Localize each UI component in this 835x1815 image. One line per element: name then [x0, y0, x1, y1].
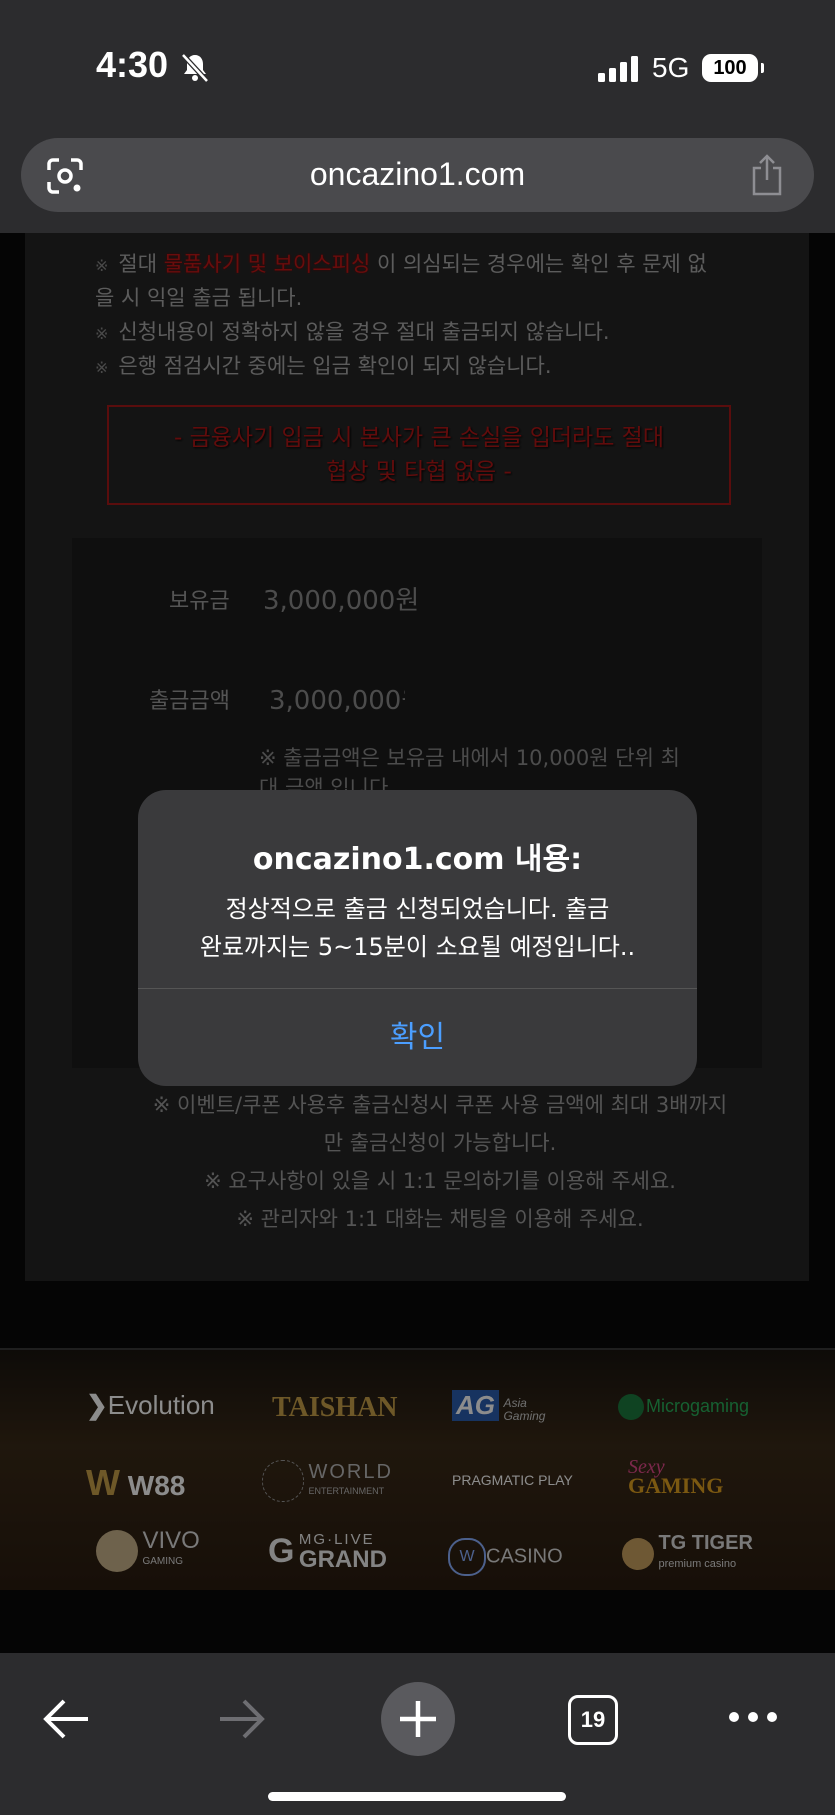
alert-dialog: oncazino1.com 내용: 정상적으로 출금 신청되었습니다. 출금 완…	[138, 790, 697, 1086]
browser-address-area: oncazino1.com	[0, 130, 835, 233]
network-type: 5G	[652, 52, 690, 83]
home-indicator	[268, 1792, 566, 1801]
confirm-button[interactable]: 확인	[138, 1012, 697, 1056]
back-arrow-icon[interactable]	[42, 1697, 92, 1741]
status-bar: 4:30 5G 100	[0, 0, 835, 130]
alert-title: oncazino1.com 내용:	[252, 842, 583, 877]
status-time: 4:30	[96, 44, 169, 85]
tab-count-button[interactable]: 19	[568, 1695, 618, 1745]
battery-indicator: 100	[702, 54, 764, 82]
forward-arrow-icon[interactable]	[216, 1697, 266, 1741]
alert-divider	[138, 988, 697, 989]
url-text[interactable]: oncazino1.com	[21, 156, 814, 193]
alert-message: 정상적으로 출금 신청되었습니다. 출금 완료까지는 5~15분이 소요될 예정…	[199, 895, 636, 961]
browser-toolbar: 19	[0, 1653, 835, 1815]
signal-icon	[598, 56, 638, 82]
address-bar[interactable]: oncazino1.com	[21, 138, 814, 212]
more-options-icon[interactable]	[728, 1711, 778, 1723]
share-icon[interactable]	[750, 154, 784, 196]
new-tab-plus-icon[interactable]	[380, 1681, 456, 1757]
bell-muted-icon	[181, 53, 209, 82]
